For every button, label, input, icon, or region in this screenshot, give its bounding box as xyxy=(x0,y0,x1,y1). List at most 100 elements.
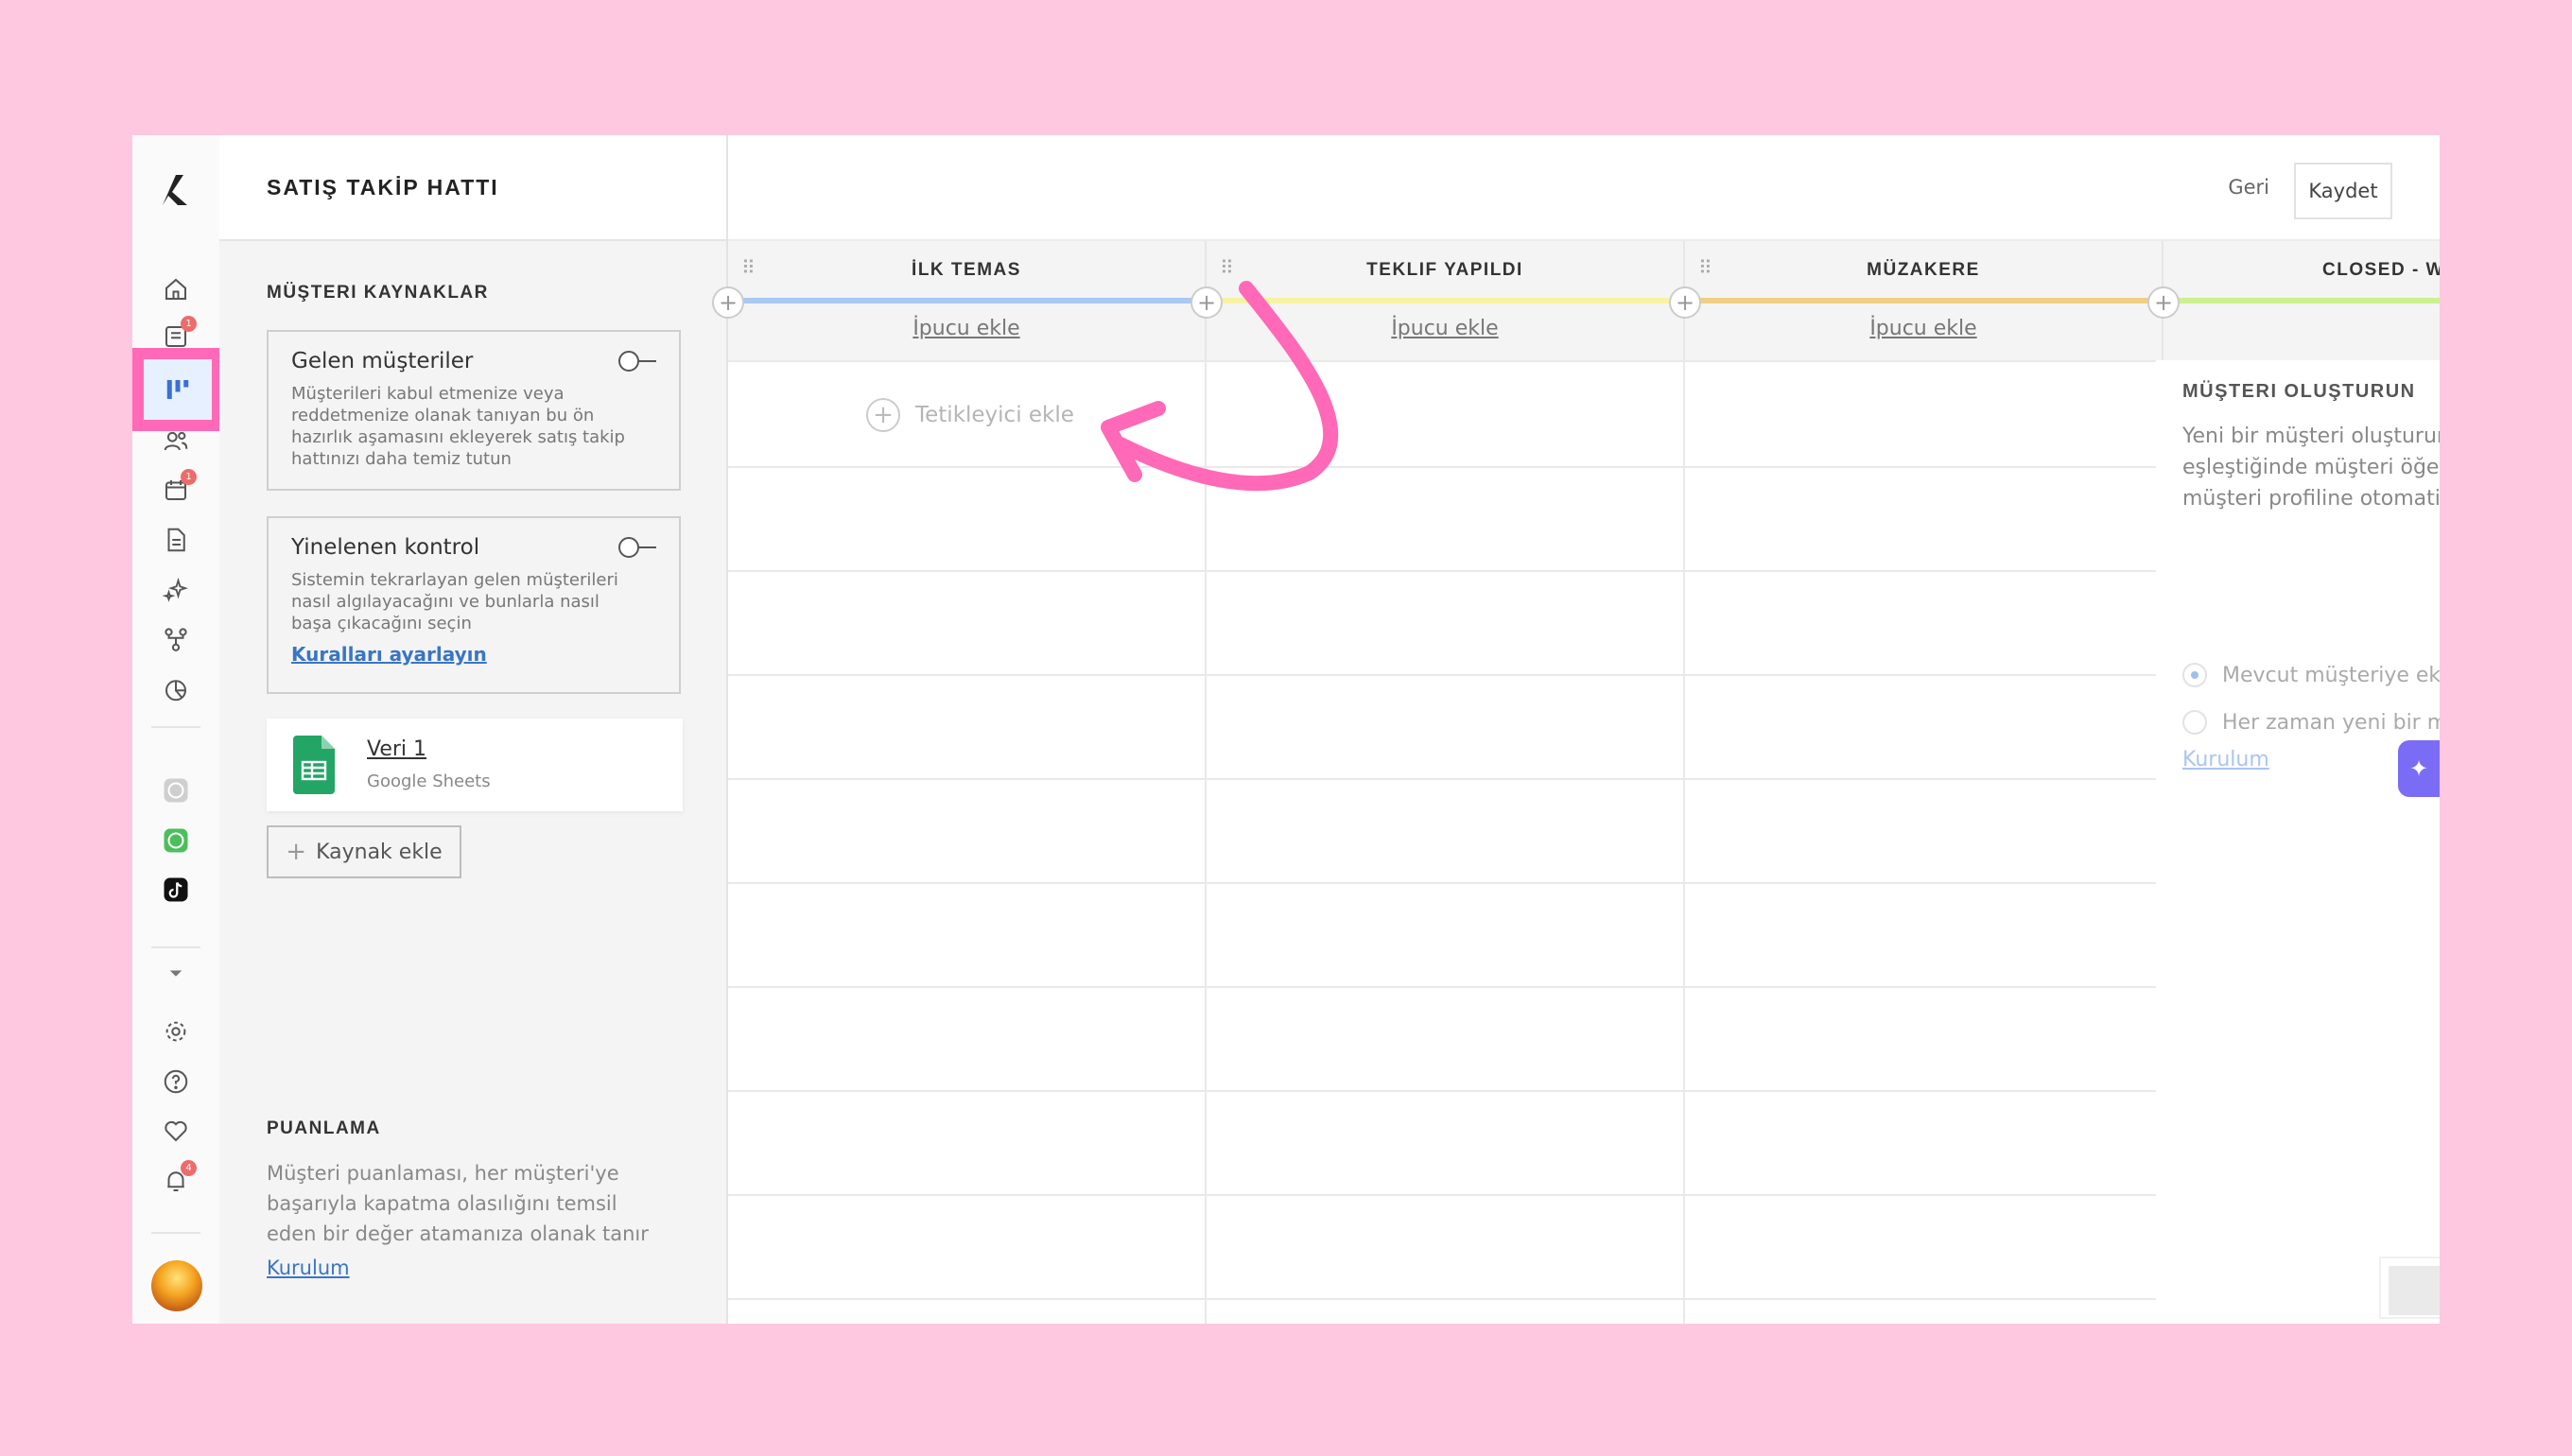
pipeline-icon[interactable] xyxy=(144,359,212,420)
stage-color-bar xyxy=(1685,298,2162,303)
calendar-icon[interactable]: 1 xyxy=(159,469,197,507)
stage-column xyxy=(1207,362,1685,1324)
chevron-down-icon[interactable] xyxy=(159,956,193,990)
duplicate-check-title: Yinelenen kontrol xyxy=(291,535,480,560)
grid-line xyxy=(728,778,2156,780)
add-trigger-label: Tetikleyici ekle xyxy=(915,403,1074,427)
pipeline-settings-panel: SATIŞ TAKİP HATTI MÜŞTERI KAYNAKLAR Gele… xyxy=(219,135,728,1324)
whatsapp-gray-icon[interactable] xyxy=(159,773,193,807)
scoring-setup-link[interactable]: Kurulum xyxy=(267,1257,350,1279)
help-icon[interactable] xyxy=(159,1065,193,1099)
stage-name[interactable]: CLOSED - W xyxy=(2322,260,2440,281)
radio-unselected[interactable] xyxy=(2182,710,2207,735)
sparkles-icon[interactable] xyxy=(159,573,193,607)
avatar[interactable] xyxy=(151,1260,202,1311)
duplicate-check-card: Yinelenen kontrol Sistemin tekrarlayan g… xyxy=(267,516,681,694)
duplicate-check-description: Sistemin tekrarlayan gelen müşterileri n… xyxy=(291,570,618,633)
source-name[interactable]: Veri 1 xyxy=(367,737,426,761)
calendar-badge: 1 xyxy=(181,469,197,485)
stage-name[interactable]: MÜZAKERE xyxy=(1685,260,2162,281)
panel-header: SATIŞ TAKİP HATTI xyxy=(219,135,726,241)
grid-line xyxy=(728,882,2156,884)
incoming-customers-card: Gelen müşteriler Müşterileri kabul etmen… xyxy=(267,330,681,491)
tiktok-icon[interactable] xyxy=(159,873,193,907)
gear-icon[interactable] xyxy=(159,1014,193,1049)
option-label: Her zaman yeni bir m xyxy=(2222,710,2440,735)
incoming-customers-description: Müşterileri kabul etmenize veya reddetme… xyxy=(291,384,625,469)
minimap[interactable] xyxy=(2379,1257,2440,1319)
description-line: eşleştiğinde müşteri öğes xyxy=(2182,456,2440,479)
save-button[interactable]: Kaydet xyxy=(2294,163,2392,219)
inbox-badge: 1 xyxy=(181,316,197,332)
grid-line xyxy=(728,570,2156,572)
add-stage-button[interactable]: + xyxy=(1190,286,1223,319)
contacts-icon[interactable] xyxy=(159,424,193,458)
icon-sidebar: 1 1 4 xyxy=(132,135,223,1324)
add-hint-link[interactable]: İpucu ekle xyxy=(1207,317,1683,340)
document-icon[interactable] xyxy=(159,523,193,557)
add-stage-button[interactable]: + xyxy=(2147,286,2180,319)
grid-line xyxy=(728,674,2156,676)
board-toolbar: Geri Kaydet xyxy=(728,135,2440,241)
pipeline-nav-highlight[interactable] xyxy=(132,348,223,431)
bell-icon[interactable]: 4 xyxy=(159,1160,197,1198)
create-customer-description: Yeni bir müşteri oluşturun eşleştiğinde … xyxy=(2182,421,2440,514)
stage-column-header: CLOSED - W xyxy=(2164,241,2440,360)
rail-divider xyxy=(151,946,200,948)
incoming-customers-toggle[interactable] xyxy=(618,351,656,373)
back-button[interactable]: Geri xyxy=(2228,176,2269,199)
sparkles-icon: ✦ xyxy=(2408,755,2429,782)
stage-color-bar xyxy=(728,298,1205,303)
notifications-badge: 4 xyxy=(181,1160,197,1176)
plus-icon: + xyxy=(286,838,307,866)
stage-name[interactable]: İLK TEMAS xyxy=(728,260,1205,281)
add-stage-button[interactable]: + xyxy=(712,286,744,319)
description-line: müşteri profiline otomati xyxy=(2182,487,2440,511)
workflow-icon[interactable] xyxy=(159,622,193,656)
app-window: 1 1 4 SATIŞ TAKİP HATTI MÜŞTERI KAYNAKLA… xyxy=(132,135,2440,1324)
add-source-button[interactable]: + Kaynak ekle xyxy=(267,825,461,878)
scoring-section-title: PUANLAMA xyxy=(267,1118,381,1138)
description-line: Yeni bir müşteri oluşturun xyxy=(2182,425,2440,448)
add-hint-link[interactable]: İpucu ekle xyxy=(1685,317,2162,340)
stage-column xyxy=(1685,362,2164,1324)
plus-circle-icon: + xyxy=(866,398,900,432)
option-existing-customer[interactable]: Mevcut müşteriye ekl xyxy=(2182,663,2440,687)
stage-color-bar xyxy=(1207,298,1683,303)
configure-rules-link[interactable]: Kuralları ayarlayın xyxy=(291,643,487,666)
add-hint-link[interactable]: İpucu ekle xyxy=(728,317,1205,340)
add-trigger-button[interactable]: + Tetikleyici ekle xyxy=(866,398,1074,432)
app-logo[interactable] xyxy=(159,169,193,207)
home-icon[interactable] xyxy=(159,272,193,306)
minimap-viewport[interactable] xyxy=(2389,1266,2440,1315)
stage-column xyxy=(728,362,1207,1324)
create-customer-setup-link[interactable]: Kurulum xyxy=(2182,748,2269,771)
create-customer-panel: MÜŞTERI OLUŞTURUN Yeni bir müşteri oluşt… xyxy=(2158,362,2440,1324)
stage-color-bar xyxy=(2164,298,2440,303)
page-title: SATIŞ TAKİP HATTI xyxy=(267,175,499,199)
grid-line xyxy=(728,1090,2156,1092)
stage-name[interactable]: TEKLIF YAPILDI xyxy=(1207,260,1683,281)
create-customer-title: MÜŞTERI OLUŞTURUN xyxy=(2182,381,2416,402)
option-new-customer[interactable]: Her zaman yeni bir m xyxy=(2182,710,2440,735)
add-source-label: Kaynak ekle xyxy=(316,840,443,864)
stage-column-header: ⠿ İLK TEMAS İpucu ekle xyxy=(728,241,1207,360)
whatsapp-icon[interactable] xyxy=(159,823,193,858)
scoring-description: Müşteri puanlaması, her müşteri'ye başar… xyxy=(267,1162,649,1245)
pipeline-board: Geri Kaydet ⠿ İLK TEMAS İpucu ekle ⠿ TEK… xyxy=(712,135,2440,1324)
grid-line xyxy=(728,360,2156,362)
radio-selected[interactable] xyxy=(2182,663,2207,687)
sources-section-title: MÜŞTERI KAYNAKLAR xyxy=(267,283,489,303)
duplicate-check-toggle[interactable] xyxy=(618,537,656,560)
grid-line xyxy=(728,986,2156,988)
reports-icon[interactable] xyxy=(159,672,193,706)
rail-divider xyxy=(151,1232,200,1234)
incoming-customers-title: Gelen müşteriler xyxy=(291,349,474,373)
grid-line xyxy=(728,1298,2156,1300)
grid-line xyxy=(728,466,2156,468)
ai-assistant-button[interactable]: ✦ xyxy=(2398,740,2440,797)
source-item[interactable]: Veri 1 Google Sheets xyxy=(267,719,683,811)
add-stage-button[interactable]: + xyxy=(1669,286,1701,319)
stage-column-header: ⠿ MÜZAKERE İpucu ekle xyxy=(1685,241,2164,360)
heart-icon[interactable] xyxy=(159,1114,193,1148)
